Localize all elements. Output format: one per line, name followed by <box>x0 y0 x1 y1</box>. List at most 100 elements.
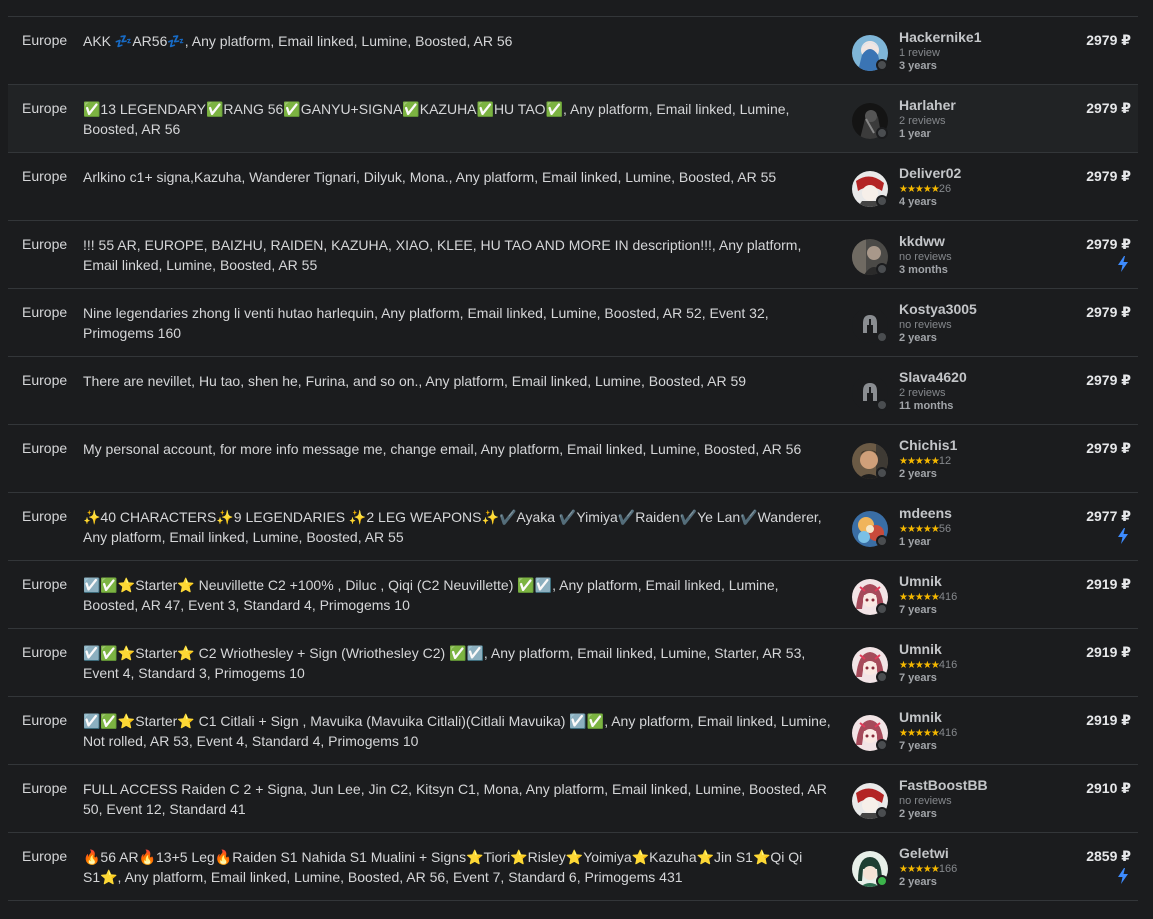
offer-description[interactable]: ☑️✅⭐Starter⭐ C2 Wriothesley + Sign (Wrio… <box>83 643 835 683</box>
seller-info[interactable]: Geletwi ★★★★★166 2 years <box>852 845 1022 893</box>
seller-name[interactable]: kkdww <box>899 233 945 249</box>
seller-rating: 1 review <box>899 47 940 59</box>
seller-rating: ★★★★★56 <box>899 523 951 535</box>
offer-description[interactable]: AKK 💤AR56💤, Any platform, Email linked, … <box>83 31 835 51</box>
seller-info[interactable]: kkdww no reviews 3 months <box>852 233 1022 281</box>
seller-status-dot <box>876 875 888 887</box>
offer-row[interactable]: Europe !!! 55 AR, EUROPE, BAIZHU, RAIDEN… <box>8 221 1138 289</box>
offer-row[interactable]: Europe FULL ACCESS Raiden C 2 + Signa, J… <box>8 765 1138 833</box>
seller-age: 3 years <box>899 60 937 72</box>
seller-status-dot <box>876 399 888 411</box>
offer-description[interactable]: ☑️✅⭐Starter⭐ Neuvillette C2 +100% , Dilu… <box>83 575 835 615</box>
seller-review-count: 166 <box>938 863 958 875</box>
seller-status-dot <box>876 59 888 71</box>
seller-info[interactable]: Harlaher 2 reviews 1 year <box>852 97 1022 145</box>
offer-price: 2979 ₽ <box>1086 100 1131 116</box>
offer-row[interactable]: Europe There are nevillet, Hu tao, shen … <box>8 357 1138 425</box>
offer-server: Europe <box>22 712 68 728</box>
seller-name[interactable]: Harlaher <box>899 97 956 113</box>
offer-description[interactable]: My personal account, for more info messa… <box>83 439 835 459</box>
seller-name[interactable]: Umnik <box>899 641 942 657</box>
offer-price: 2979 ₽ <box>1086 168 1131 184</box>
seller-age: 7 years <box>899 672 937 684</box>
seller-status-dot <box>876 603 888 615</box>
seller-name[interactable]: Geletwi <box>899 845 949 861</box>
seller-name[interactable]: Chichis1 <box>899 437 957 453</box>
seller-info[interactable]: Chichis1 ★★★★★12 2 years <box>852 437 1022 485</box>
offer-description[interactable]: 🔥56 AR🔥13+5 Leg🔥Raiden S1 Nahida S1 Mual… <box>83 847 835 887</box>
offer-description[interactable]: ✨40 CHARACTERS✨9 LEGENDARIES ✨2 LEG WEAP… <box>83 507 835 547</box>
seller-info[interactable]: Umnik ★★★★★416 7 years <box>852 573 1022 621</box>
seller-rating: ★★★★★12 <box>899 455 951 467</box>
offer-row[interactable]: Europe ✨40 CHARACTERS✨9 LEGENDARIES ✨2 L… <box>8 493 1138 561</box>
offer-description[interactable]: !!! 55 AR, EUROPE, BAIZHU, RAIDEN, KAZUH… <box>83 235 835 275</box>
seller-rating: ★★★★★416 <box>899 727 957 739</box>
offer-row[interactable]: Europe AKK 💤AR56💤, Any platform, Email l… <box>8 17 1138 85</box>
offer-description[interactable]: ☑️✅⭐Starter⭐ C1 Citlali + Sign , Mavuika… <box>83 711 835 751</box>
seller-info[interactable]: Hackernike1 1 review 3 years <box>852 29 1022 77</box>
seller-rating: no reviews <box>899 795 952 807</box>
seller-info[interactable]: Umnik ★★★★★416 7 years <box>852 709 1022 757</box>
seller-name[interactable]: Kostya3005 <box>899 301 977 317</box>
seller-review-count: no reviews <box>899 319 952 331</box>
offer-price: 2919 ₽ <box>1086 712 1131 728</box>
seller-review-count: 26 <box>938 183 952 195</box>
seller-rating: no reviews <box>899 319 952 331</box>
offer-row[interactable]: Europe ☑️✅⭐Starter⭐ C1 Citlali + Sign , … <box>8 697 1138 765</box>
offer-row[interactable]: Europe ✅13 LEGENDARY✅RANG 56✅GANYU+SIGNA… <box>8 85 1138 153</box>
offer-row[interactable]: Europe ☑️✅⭐Starter⭐ Neuvillette C2 +100%… <box>8 561 1138 629</box>
seller-name[interactable]: Umnik <box>899 709 942 725</box>
seller-rating: 2 reviews <box>899 387 945 399</box>
offer-description[interactable]: ✅13 LEGENDARY✅RANG 56✅GANYU+SIGNA✅KAZUHA… <box>83 99 835 139</box>
rating-stars-icon: ★★★★★ <box>899 524 940 535</box>
offer-price: 2919 ₽ <box>1086 644 1131 660</box>
rating-stars-icon: ★★★★★ <box>899 592 940 603</box>
seller-name[interactable]: Hackernike1 <box>899 29 982 45</box>
offer-description[interactable]: Arlkino c1+ signa,Kazuha, Wanderer Tigna… <box>83 167 835 187</box>
seller-rating: ★★★★★166 <box>899 863 957 875</box>
seller-name[interactable]: Umnik <box>899 573 942 589</box>
seller-age: 1 year <box>899 536 931 548</box>
offer-description[interactable]: FULL ACCESS Raiden C 2 + Signa, Jun Lee,… <box>83 779 835 819</box>
offer-row[interactable]: Europe Arlkino c1+ signa,Kazuha, Wandere… <box>8 153 1138 221</box>
seller-age: 2 years <box>899 808 937 820</box>
seller-review-count: 416 <box>938 591 958 603</box>
rating-stars-icon: ★★★★★ <box>899 456 940 467</box>
seller-review-count: 416 <box>938 659 958 671</box>
seller-name[interactable]: Slava4620 <box>899 369 967 385</box>
seller-name[interactable]: FastBoostBB <box>899 777 988 793</box>
seller-info[interactable]: Deliver02 ★★★★★26 4 years <box>852 165 1022 213</box>
seller-review-count: 2 reviews <box>899 387 946 399</box>
seller-info[interactable]: Slava4620 2 reviews 11 months <box>852 369 1022 417</box>
instant-delivery-bolt-icon <box>1117 868 1129 884</box>
seller-status-dot <box>876 127 888 139</box>
seller-age: 1 year <box>899 128 931 140</box>
offer-row[interactable]: Europe ☑️✅⭐Starter⭐ C2 Wriothesley + Sig… <box>8 629 1138 697</box>
offer-description[interactable]: There are nevillet, Hu tao, shen he, Fur… <box>83 371 835 391</box>
seller-age: 7 years <box>899 604 937 616</box>
offer-server: Europe <box>22 32 68 48</box>
offer-row[interactable]: Europe My personal account, for more inf… <box>8 425 1138 493</box>
offer-server: Europe <box>22 644 68 660</box>
offer-server: Europe <box>22 848 68 864</box>
seller-rating: ★★★★★416 <box>899 659 957 671</box>
seller-rating: no reviews <box>899 251 952 263</box>
offer-price: 2979 ₽ <box>1086 372 1131 388</box>
offer-description[interactable]: Nine legendaries zhong li venti hutao ha… <box>83 303 835 343</box>
offer-row[interactable]: Europe 🔥56 AR🔥13+5 Leg🔥Raiden S1 Nahida … <box>8 833 1138 901</box>
seller-info[interactable]: FastBoostBB no reviews 2 years <box>852 777 1022 825</box>
seller-name[interactable]: Deliver02 <box>899 165 961 181</box>
rating-stars-icon: ★★★★★ <box>899 864 940 875</box>
seller-age: 4 years <box>899 196 937 208</box>
seller-rating: 2 reviews <box>899 115 945 127</box>
offer-price: 2979 ₽ <box>1086 440 1131 456</box>
seller-info[interactable]: Kostya3005 no reviews 2 years <box>852 301 1022 349</box>
offer-row[interactable]: Europe Nine legendaries zhong li venti h… <box>8 289 1138 357</box>
seller-age: 11 months <box>899 400 954 412</box>
seller-info[interactable]: mdeens ★★★★★56 1 year <box>852 505 1022 553</box>
seller-name[interactable]: mdeens <box>899 505 952 521</box>
offer-price: 2977 ₽ <box>1086 508 1131 524</box>
seller-review-count: 416 <box>938 727 958 739</box>
seller-status-dot <box>876 263 888 275</box>
seller-info[interactable]: Umnik ★★★★★416 7 years <box>852 641 1022 689</box>
